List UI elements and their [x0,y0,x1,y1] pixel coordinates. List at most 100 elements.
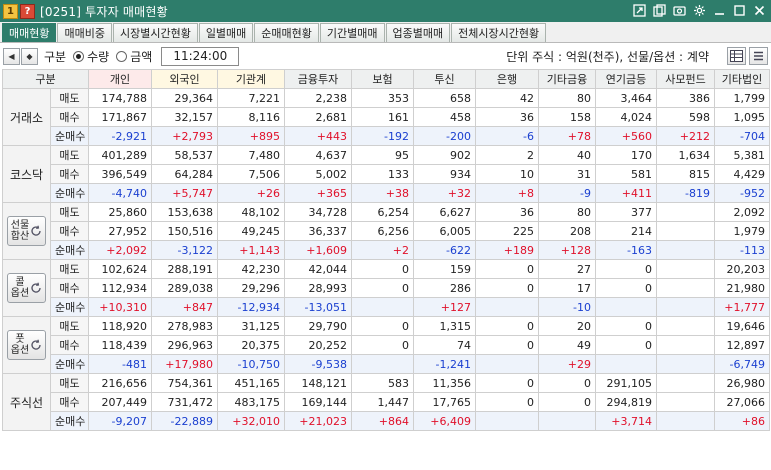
table-cell: 1,979 [714,221,770,241]
table-cell: -6 [475,126,539,146]
table-cell: -1,241 [413,354,476,374]
table-cell: 27,066 [714,392,770,412]
table-cell: 296,963 [151,335,218,355]
table-cell: 34,728 [284,202,352,222]
table-cell: 401,289 [88,145,152,165]
table-cell: 12,897 [714,335,770,355]
tab-trade-status[interactable]: 매매현황 [2,23,57,42]
link-icon[interactable] [632,3,647,18]
header-other-corp[interactable]: 기타법인 [714,69,770,89]
table-row: 순매수 -4,740 +5,747 +26 +365 +38 +32 +8 -9 +411 -819… [3,183,770,203]
group-toggle-button[interactable]: 콜 옵션 [7,273,46,303]
group-cell[interactable]: 풋 옵션 [2,316,51,374]
table-cell: 26,980 [714,373,770,393]
tab-sector[interactable]: 업종별매매 [385,23,451,42]
table-cell: -113 [714,240,770,260]
group-button-label: 선물 합산 [11,220,29,242]
table-cell: 377 [595,202,657,222]
table-cell [656,202,715,222]
table-cell: -819 [656,183,715,203]
table-cell: +32,010 [217,411,285,431]
row-type-label: 매수 [50,164,89,184]
table-cell: +1,777 [714,297,770,317]
table-cell: 27 [538,259,596,279]
table-cell: +847 [151,297,218,317]
table-cell: 10 [475,164,539,184]
tab-period[interactable]: 기간별매매 [319,23,385,42]
table-cell: 451,165 [217,373,285,393]
table-cell: 11,356 [413,373,476,393]
table-row: 순매수 +10,310 +847 -12,934 -13,051 +127 -10 +1,77… [3,297,770,317]
table-cell: 0 [351,259,414,279]
header-private-fund[interactable]: 사모펀드 [656,69,715,89]
copy-window-icon[interactable] [652,3,667,18]
table-cell: +1,143 [217,240,285,260]
table-cell: 148,121 [284,373,352,393]
header-pension[interactable]: 연기금등 [595,69,657,89]
group-cell[interactable]: 콜 옵션 [2,259,51,317]
table-cell: +10,310 [88,297,152,317]
table-cell: 17 [538,278,596,298]
header-individual[interactable]: 개인 [88,69,152,89]
camera-icon[interactable] [672,3,687,18]
group-cell[interactable]: 선물 합산 [2,202,51,260]
table-cell: 64,284 [151,164,218,184]
radio-amount-dot[interactable] [116,50,128,62]
table-cell: 207,449 [88,392,152,412]
table-cell: +560 [595,126,657,146]
minimize-icon[interactable] [712,3,727,18]
header-insurance[interactable]: 보험 [351,69,414,89]
tab-net-trade[interactable]: 순매매현황 [254,23,319,42]
table-cell [656,411,715,431]
table-cell: 29,296 [217,278,285,298]
table-cell: -22,889 [151,411,218,431]
table-cell: 170 [595,145,657,165]
header-other-finance[interactable]: 기타금융 [538,69,596,89]
group-button-label-line: 풋 [15,334,25,345]
group-button-label-line: 옵션 [10,345,30,356]
table-cell: 902 [413,145,476,165]
table-view-button[interactable] [727,47,746,65]
table-cell: 32,157 [151,107,218,127]
window-number-badge[interactable]: 1 [3,3,18,19]
tab-all-market-time[interactable]: 전체시장시간현황 [451,23,547,42]
group-toggle-button[interactable]: 선물 합산 [7,216,46,246]
row-type-label: 순매수 [50,240,89,260]
table-cell: -9,538 [284,354,352,374]
radio-quantity[interactable]: 수량 [73,48,109,65]
title-bar: 1 ? [0251] 투자자 매매현황 [0,0,771,22]
tab-market-time[interactable]: 시장별시간현황 [112,23,198,42]
header-investment-trust[interactable]: 투신 [413,69,476,89]
table-body: 거래소 매도 174,788 29,364 7,221 2,238 353 658 42 80 3,… [2,88,770,431]
table-cell: 174,788 [88,88,152,108]
gear-icon[interactable] [692,3,707,18]
group-label: 주식선 [9,395,44,410]
header-institution[interactable]: 기관계 [217,69,285,89]
table-cell: 1,315 [413,316,476,336]
menu-button[interactable] [749,47,768,65]
table-cell: 159 [413,259,476,279]
table-cell: +38 [351,183,414,203]
header-financial-investment[interactable]: 금융투자 [284,69,352,89]
table-cell: 49,245 [217,221,285,241]
header-division[interactable]: 구분 [2,69,89,89]
prev-button[interactable]: ◀ [3,47,20,65]
table-cell [475,411,539,431]
next-button[interactable]: ◆ [21,47,38,65]
table-cell: 0 [595,316,657,336]
row-type-label: 순매수 [50,297,89,317]
time-input[interactable]: 11:24:00 [161,46,240,66]
tab-trade-ratio[interactable]: 매매비중 [57,23,112,42]
header-foreign[interactable]: 외국인 [151,69,218,89]
radio-amount[interactable]: 금액 [116,48,152,65]
close-icon[interactable] [752,3,767,18]
help-badge[interactable]: ? [20,3,35,19]
table-cell: +212 [656,126,715,146]
tab-daily[interactable]: 일별매매 [198,23,254,42]
group-toggle-button[interactable]: 풋 옵션 [7,330,46,360]
maximize-icon[interactable] [732,3,747,18]
radio-quantity-dot[interactable] [73,50,85,62]
table-cell: 4,429 [714,164,770,184]
header-bank[interactable]: 은행 [475,69,539,89]
table-cell [656,335,715,355]
